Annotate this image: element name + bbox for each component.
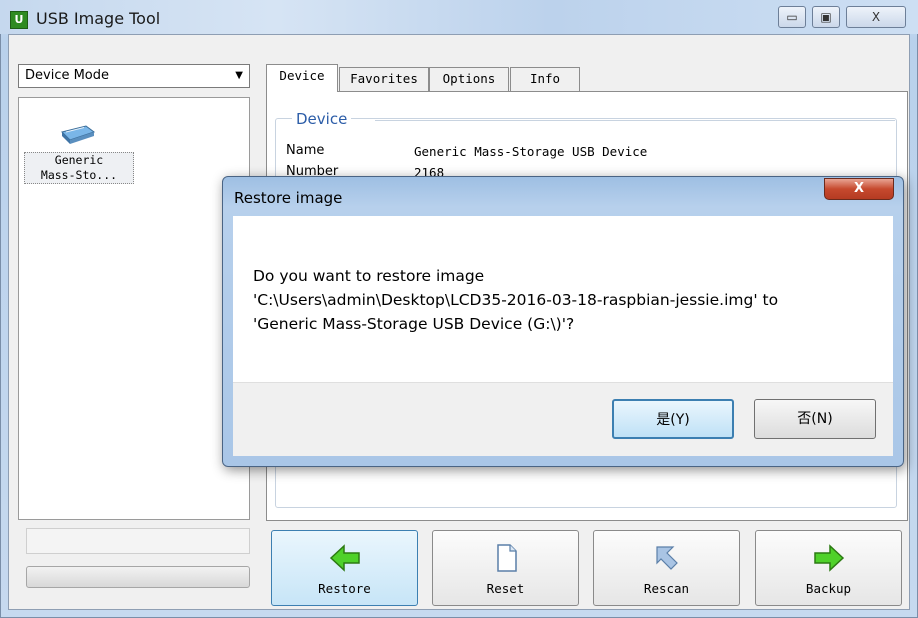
tab-info[interactable]: Info <box>510 67 580 91</box>
reset-button[interactable]: Reset <box>432 530 579 606</box>
reset-label: Reset <box>486 581 525 596</box>
no-button[interactable]: 否(N) <box>754 399 876 439</box>
status-box <box>26 528 250 554</box>
name-label: Name <box>286 143 325 158</box>
yes-button[interactable]: 是(Y) <box>612 399 734 439</box>
rescan-label: Rescan <box>643 581 690 596</box>
window-title: USB Image Tool <box>36 9 161 28</box>
rescan-arrow-icon <box>656 546 678 570</box>
chevron-down-icon: ▼ <box>235 70 243 81</box>
maximize-button[interactable]: ▣ <box>812 6 840 28</box>
group-title: Device <box>292 110 352 128</box>
green-arrow-left-icon <box>329 544 360 572</box>
usb-drive-icon[interactable] <box>58 124 98 146</box>
green-arrow-right-icon <box>814 544 845 572</box>
dialog-close-button[interactable]: X <box>824 178 894 200</box>
name-value: Generic Mass-Storage USB Device <box>414 144 648 159</box>
app-icon: U <box>10 11 28 29</box>
tab-device[interactable]: Device <box>266 64 338 92</box>
dialog-message-line2: 'C:\Users\admin\Desktop\LCD35-2016-03-18… <box>253 291 779 309</box>
device-label-line1: Generic <box>54 153 104 167</box>
dialog-message-line3: 'Generic Mass-Storage USB Device (G:\)'? <box>253 315 575 333</box>
mode-select[interactable]: Device Mode ▼ <box>18 64 250 88</box>
progress-bar <box>26 566 250 588</box>
restore-button[interactable]: Restore <box>271 530 418 606</box>
backup-label: Backup <box>805 581 852 596</box>
tab-options[interactable]: Options <box>429 67 509 91</box>
group-divider <box>375 120 895 121</box>
minimize-button[interactable]: ▭ <box>778 6 806 28</box>
mode-select-value: Device Mode <box>25 68 110 83</box>
document-icon <box>497 544 517 572</box>
device-list-item[interactable]: Generic Mass-Sto... <box>24 152 134 184</box>
restore-label: Restore <box>318 581 371 596</box>
close-button[interactable]: X <box>846 6 906 28</box>
backup-button[interactable]: Backup <box>755 530 902 606</box>
device-label-line2: Mass-Sto... <box>40 168 118 182</box>
rescan-button[interactable]: Rescan <box>593 530 740 606</box>
dialog-message-line1: Do you want to restore image <box>253 267 485 285</box>
dialog-message: Do you want to restore image 'C:\Users\a… <box>253 264 873 336</box>
tab-favorites[interactable]: Favorites <box>339 67 429 91</box>
dialog-title: Restore image <box>234 189 343 207</box>
